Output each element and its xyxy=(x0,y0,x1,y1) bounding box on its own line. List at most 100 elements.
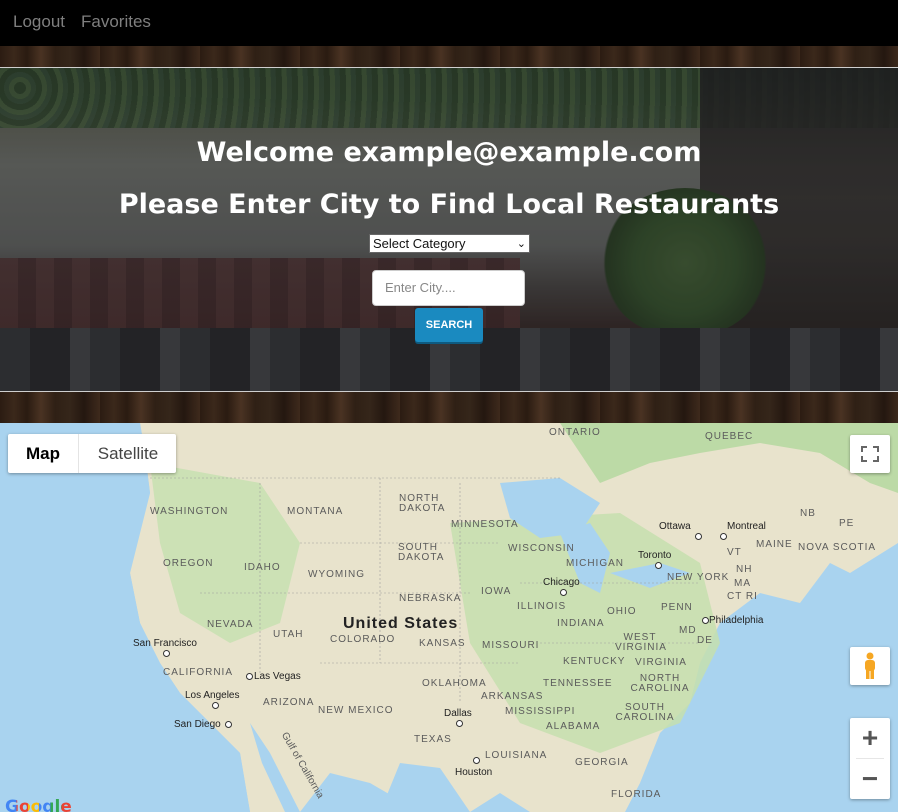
city-label: Chicago xyxy=(543,577,580,588)
chevron-down-icon: ⌄ xyxy=(516,238,526,250)
map-label: ALABAMA xyxy=(546,721,601,732)
map-label: NEW YORK xyxy=(667,572,730,583)
map-label: KENTUCKY xyxy=(563,656,626,667)
map-label: IOWA xyxy=(481,586,512,597)
map-label: PE xyxy=(839,518,855,529)
map-label: MONTANA xyxy=(287,506,344,517)
city-marker xyxy=(655,562,662,569)
city-marker xyxy=(695,533,702,540)
pegman-icon xyxy=(865,652,875,679)
map-label: ARKANSAS xyxy=(481,691,544,702)
map-label: WASHINGTON xyxy=(150,506,229,517)
wood-divider-bottom xyxy=(0,392,898,423)
category-select[interactable]: Select Category ⌄ xyxy=(369,234,530,253)
city-label: San Diego xyxy=(174,719,221,730)
map-label: WISCONSIN xyxy=(508,543,575,554)
map-label: SOUTH DAKOTA xyxy=(398,542,445,563)
map-label: PENN xyxy=(661,602,693,613)
map-label: VT xyxy=(727,547,742,558)
favorites-link[interactable]: Favorites xyxy=(81,12,151,32)
country-label: United States xyxy=(343,615,459,632)
map-label: CT RI xyxy=(727,591,758,602)
city-marker xyxy=(720,533,727,540)
prompt-heading: Please Enter City to Find Local Restaura… xyxy=(118,189,780,220)
map-label: WYOMING xyxy=(308,569,365,580)
map-label: KANSAS xyxy=(419,638,466,649)
map-label: MINNESOTA xyxy=(451,519,519,530)
city-marker xyxy=(702,617,709,624)
map-type-satellite-button[interactable]: Satellite xyxy=(78,434,177,473)
city-marker xyxy=(212,702,219,709)
map-label: FLORIDA xyxy=(611,789,662,800)
city-label: Ottawa xyxy=(659,521,691,532)
city-marker xyxy=(225,721,232,728)
top-navbar: Logout Favorites xyxy=(0,0,898,46)
street-view-pegman-button[interactable] xyxy=(850,647,890,685)
map-label: LOUISIANA xyxy=(485,750,548,761)
city-label: Las Vegas xyxy=(254,671,301,682)
map-label: MISSOURI xyxy=(482,640,540,651)
map-label: IDAHO xyxy=(244,562,281,573)
city-label: San Francisco xyxy=(133,638,197,649)
city-marker xyxy=(246,673,253,680)
map-label: OREGON xyxy=(163,558,214,569)
city-label: Los Angeles xyxy=(185,690,240,701)
city-input[interactable]: Enter City.... xyxy=(372,270,525,306)
wood-divider-top xyxy=(0,46,898,67)
map-label: NB xyxy=(800,508,816,519)
map-label: TEXAS xyxy=(414,734,452,745)
map-label: NEW MEXICO xyxy=(318,705,394,716)
city-label: Dallas xyxy=(444,708,472,719)
map-label: OKLAHOMA xyxy=(422,678,487,689)
city-marker xyxy=(163,650,170,657)
map-label: WEST VIRGINIA xyxy=(615,632,667,653)
map-label: DE xyxy=(697,635,713,646)
city-label: Toronto xyxy=(638,550,672,561)
map-type-control: Map Satellite xyxy=(8,434,176,473)
map-label: UTAH xyxy=(273,629,304,640)
map-label: QUEBEC xyxy=(705,431,754,442)
fullscreen-button[interactable] xyxy=(850,435,890,473)
category-select-value: Select Category xyxy=(373,236,466,251)
map-label: NEVADA xyxy=(207,619,254,630)
map-label: OHIO xyxy=(607,606,637,617)
hero-overlay xyxy=(0,68,898,391)
city-label: Philadelphia xyxy=(709,615,764,626)
map-label: INDIANA xyxy=(557,618,605,629)
google-logo-text: Google xyxy=(5,797,72,812)
map-label: TENNESSEE xyxy=(543,678,613,689)
map-view[interactable]: Map Satellite ONTARIO QUEBEC WASHINGTON … xyxy=(0,423,898,812)
map-label: MICHIGAN xyxy=(566,558,624,569)
map-label: COLORADO xyxy=(330,634,396,645)
map-label: NORTH DAKOTA xyxy=(399,493,446,514)
map-label: CALIFORNIA xyxy=(163,667,234,678)
map-label: MA xyxy=(734,578,751,589)
map-label: MD xyxy=(679,625,697,636)
map-label: MISSISSIPPI xyxy=(505,706,576,717)
logout-link[interactable]: Logout xyxy=(13,12,65,32)
map-label: ILLINOIS xyxy=(517,601,567,612)
fullscreen-icon xyxy=(861,446,879,462)
map-label: NOVA SCOTIA xyxy=(798,542,877,553)
city-marker xyxy=(473,757,480,764)
city-label: Montreal xyxy=(727,521,766,532)
map-label: SOUTH CAROLINA xyxy=(615,702,675,723)
map-label: GEORGIA xyxy=(575,757,629,768)
map-label: MAINE xyxy=(756,539,793,550)
zoom-control: + − xyxy=(850,718,890,799)
city-marker xyxy=(560,589,567,596)
map-type-map-button[interactable]: Map xyxy=(8,434,78,473)
city-marker xyxy=(456,720,463,727)
zoom-out-button[interactable]: − xyxy=(850,759,890,799)
zoom-in-button[interactable]: + xyxy=(850,718,890,758)
map-label: NEBRASKA xyxy=(399,593,462,604)
map-label: ONTARIO xyxy=(549,427,601,438)
map-label: NH xyxy=(736,564,753,575)
city-label: Houston xyxy=(455,767,493,778)
search-button[interactable]: SEARCH xyxy=(415,308,483,342)
google-logo[interactable]: Google xyxy=(5,797,72,812)
hero-banner: Welcome example@example.com Please Enter… xyxy=(0,67,898,392)
map-label: VIRGINIA xyxy=(635,657,687,668)
welcome-heading: Welcome example@example.com xyxy=(196,137,702,168)
map-label: ARIZONA xyxy=(263,697,315,708)
